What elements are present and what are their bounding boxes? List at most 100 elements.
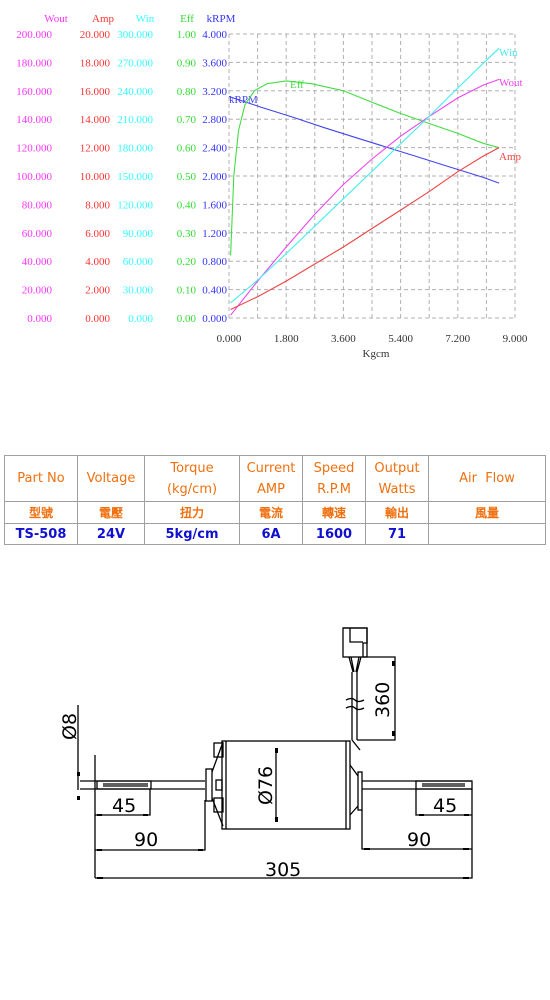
- y-tick-label: 90.000: [123, 228, 154, 240]
- cn-header: 風量: [428, 501, 546, 524]
- y-tick-label: 3.600: [202, 57, 227, 69]
- chart-grid: [228, 33, 516, 319]
- y-tick-label: 6.000: [85, 228, 110, 240]
- y-tick-label: 2.000: [202, 171, 227, 183]
- cn-header: 型號: [4, 501, 78, 524]
- y-tick-label: 0.000: [27, 313, 52, 325]
- y-tick-label: 0.30: [177, 228, 197, 240]
- y-tick-label: 160.000: [16, 86, 52, 98]
- left-end-cap: [205, 741, 224, 827]
- y-tick-label: 2.400: [202, 143, 227, 155]
- y-tick-label: 12.000: [80, 143, 111, 155]
- cn-header: 輸出: [365, 501, 429, 524]
- cn-header: 扭力: [144, 501, 240, 524]
- value-voltage: 24V: [77, 523, 145, 545]
- y-tick-label: 1.600: [202, 199, 227, 211]
- header-speed: Speed R.P.M: [302, 455, 366, 502]
- dim-left-shaft: 90: [134, 829, 158, 851]
- header-current: Current AMP: [239, 455, 303, 502]
- left-shaft: [80, 780, 205, 790]
- series-line-eff: [230, 80, 500, 256]
- y-tick-label: 0.400: [202, 285, 227, 297]
- y-tick-label: 180.000: [117, 143, 153, 155]
- header-unit: Watts: [378, 481, 416, 497]
- y-tick-label: 100.000: [16, 171, 52, 183]
- y-tick-label: 210.000: [117, 114, 153, 126]
- cn-header: 電壓: [77, 501, 145, 524]
- y-tick-label: 4.000: [85, 256, 110, 268]
- header-voltage: Voltage: [77, 455, 145, 502]
- dim-cable-length: 360: [372, 682, 394, 718]
- y-tick-label: 2.800: [202, 114, 227, 126]
- y-tick-label: 14.000: [80, 114, 111, 126]
- y-tick-label: 300.000: [117, 29, 153, 41]
- y-tick-label: 10.000: [80, 171, 111, 183]
- y-tick-label: 0.10: [177, 285, 197, 297]
- y-tick-label: 180.000: [16, 57, 52, 69]
- right-shaft: [362, 780, 473, 790]
- y-tick-label: 0.80: [177, 86, 197, 98]
- header-unit: R.P.M: [317, 481, 351, 497]
- motor-body: [221, 740, 351, 830]
- y-tick-label: 18.000: [80, 57, 111, 69]
- y-tick-label: 0.70: [177, 114, 197, 126]
- y-tick-label: 0.50: [177, 171, 197, 183]
- y-tick-label: 270.000: [117, 57, 153, 69]
- y-tick-label: 150.000: [117, 171, 153, 183]
- y-tick-label: 20.000: [80, 29, 111, 41]
- y-tick-label: 0.90: [177, 57, 197, 69]
- y-tick-label: 3.200: [202, 86, 227, 98]
- series-label-eff: Eff: [290, 79, 304, 91]
- y-tick-label: 1.00: [177, 29, 197, 41]
- header-label: Voltage: [86, 471, 136, 486]
- series-label-wout: Wout: [499, 77, 523, 89]
- y-tick-label: 40.000: [22, 256, 53, 268]
- y-tick-label: 60.000: [22, 228, 53, 240]
- value-output: 71: [365, 523, 429, 545]
- y-tick-label: 80.000: [22, 199, 53, 211]
- y-tick-label: 20.000: [22, 285, 53, 297]
- dim-right-shaft-flat: 45: [433, 795, 457, 817]
- y-tick-label: 240.000: [117, 86, 153, 98]
- axis-title-win: Win: [136, 13, 155, 25]
- connector: [342, 627, 368, 673]
- axis-title-krpm: kRPM: [207, 13, 236, 25]
- y-tick-label: 0.60: [177, 143, 197, 155]
- series-line-wout: [230, 78, 500, 316]
- dim-body-diameter: Ø76: [255, 766, 277, 805]
- series-label-krpm: kRPM: [229, 94, 258, 106]
- header-label: Torque: [170, 460, 214, 476]
- header-torque: Torque (kg/cm): [144, 455, 240, 502]
- spec-value-row: TS-508 24V 5kg/cm 6A 1600 71: [4, 523, 546, 545]
- spec-header-row: Part No Voltage Torque (kg/cm) Current AMP…: [4, 455, 546, 502]
- axis-title-amp: Amp: [92, 13, 115, 25]
- header-label: Output: [374, 460, 420, 476]
- y-tick-label: 2.000: [85, 285, 110, 297]
- spec-table: Part No Voltage Torque (kg/cm) Current AMP…: [4, 455, 546, 545]
- header-label: Part No: [17, 471, 65, 486]
- dim-right-shaft: 90: [407, 829, 431, 851]
- series-label-win: Win: [499, 47, 518, 59]
- y-tick-label: 0.000: [202, 313, 227, 325]
- cable: [345, 672, 365, 751]
- performance-chart: Wout 0.000 20.000 40.000 60.000 80.000 100.000…: [16, 13, 528, 360]
- value-current: 6A: [239, 523, 303, 545]
- cn-header: 轉速: [302, 501, 366, 524]
- y-tick-label: 120.000: [16, 143, 52, 155]
- y-tick-label: 0.20: [177, 256, 197, 268]
- header-unit: (kg/cm): [166, 481, 218, 497]
- y-tick-label: 0.000: [128, 313, 153, 325]
- value-speed: 1600: [302, 523, 366, 545]
- axis-title-eff: Eff: [180, 13, 194, 25]
- dim-total-length: 305: [265, 859, 301, 881]
- y-tick-label: 0.800: [202, 256, 227, 268]
- chart-series: kRPM Eff Wout Win Amp: [228, 47, 523, 316]
- y-tick-label: 60.000: [123, 256, 154, 268]
- x-tick-label: 7.200: [445, 333, 470, 345]
- y-tick-label: 1.200: [202, 228, 227, 240]
- x-tick-label: 5.400: [388, 333, 413, 345]
- y-tick-label: 0.000: [85, 313, 110, 325]
- value-part-no: TS-508: [4, 523, 78, 545]
- series-line-amp: [230, 147, 500, 310]
- header-label: Speed: [313, 460, 355, 476]
